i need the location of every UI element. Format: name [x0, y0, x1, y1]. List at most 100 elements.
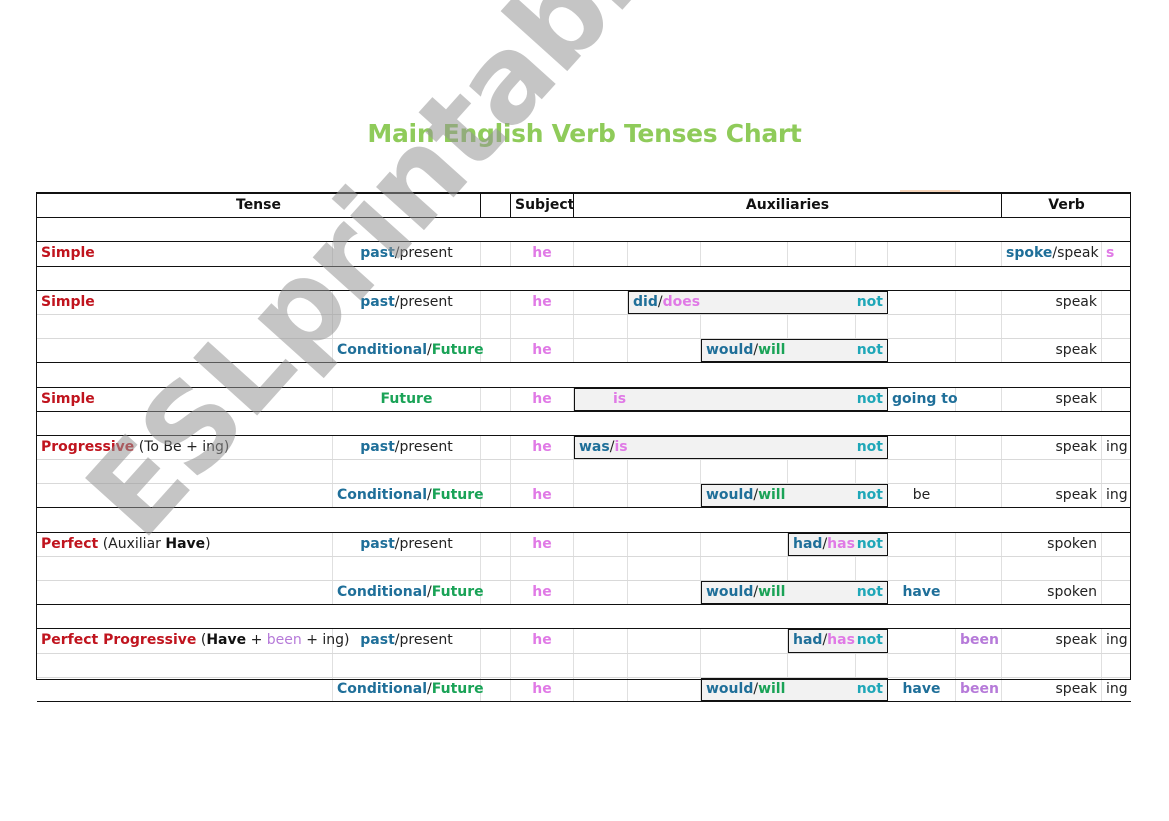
spacer-row — [37, 460, 1131, 485]
cell — [956, 532, 1002, 556]
aux-future: will — [758, 342, 786, 359]
going-to: going to — [888, 387, 958, 411]
cell — [628, 653, 701, 677]
blank-cell — [481, 290, 511, 314]
cell — [888, 435, 956, 460]
negation: not — [856, 584, 883, 600]
cell — [574, 653, 628, 677]
spacer-row — [37, 218, 1131, 243]
cell — [888, 556, 956, 580]
aux-conditional: would — [706, 487, 754, 504]
cell — [574, 314, 628, 339]
table-row: Conditional/Future he would/will not spea… — [37, 339, 1131, 364]
cell — [481, 460, 511, 484]
header-blank — [481, 194, 511, 218]
cell — [701, 460, 788, 484]
tense-name: Simple — [37, 242, 333, 266]
aux-conditional: would — [706, 584, 754, 600]
cell — [628, 242, 701, 266]
aux-past: had — [793, 535, 823, 552]
extra-aux: have — [888, 677, 956, 701]
cell — [481, 677, 511, 701]
verb-tenses-table: Tense Subject Auxiliaries Verb Simple pa… — [37, 193, 1131, 702]
cell — [701, 242, 788, 266]
spacer-row — [37, 412, 1131, 436]
verb-ending: ing — [1106, 487, 1128, 504]
cell — [1102, 339, 1131, 362]
subject: he — [511, 387, 574, 411]
tense-type: past/present — [333, 435, 481, 460]
cell — [481, 532, 511, 556]
cell — [511, 653, 574, 677]
cell — [481, 484, 511, 508]
cell — [1102, 388, 1131, 411]
cell — [37, 677, 333, 701]
cell — [956, 581, 1002, 605]
past-label: past — [360, 438, 395, 455]
cell — [333, 556, 481, 580]
subject: he — [511, 629, 574, 653]
cell — [481, 629, 511, 653]
cell — [888, 653, 956, 677]
tense-note-have: Have — [206, 632, 247, 649]
aux-present: does — [662, 293, 701, 310]
aux-conditional: would — [706, 342, 754, 359]
verb-present: speak — [1057, 245, 1099, 262]
cell — [888, 532, 956, 556]
subject: he — [511, 290, 574, 314]
tense-type: Conditional/Future — [333, 677, 484, 701]
cell — [628, 629, 701, 653]
tense-type: Conditional/Future — [333, 484, 484, 508]
cell — [481, 314, 511, 339]
cell — [37, 581, 333, 605]
cell — [481, 653, 511, 677]
negation: not — [856, 680, 883, 697]
cell — [37, 484, 333, 508]
cell — [574, 339, 628, 363]
cell — [628, 460, 701, 484]
cell — [888, 242, 956, 266]
aux-conditional: would — [706, 680, 754, 697]
cell — [856, 314, 888, 339]
negation: not — [856, 438, 883, 455]
cell — [888, 290, 956, 314]
cell — [956, 460, 1002, 484]
present-label: present — [399, 535, 453, 552]
negation: not — [856, 293, 883, 310]
cell — [956, 314, 1002, 339]
decorative-mark — [900, 190, 960, 192]
future-label: Future — [431, 680, 484, 697]
verb-ending: ing — [1106, 680, 1128, 697]
cell — [788, 556, 856, 580]
cell — [956, 435, 1002, 460]
cell — [701, 556, 788, 580]
auxiliary-box: had/has not — [788, 629, 888, 653]
header-subject: Subject — [511, 194, 574, 218]
subject: he — [511, 435, 574, 460]
tense-name: Progressive (To Be + ing) — [37, 435, 333, 460]
cell — [956, 290, 1002, 314]
present-label: present — [399, 438, 453, 455]
cell — [888, 339, 956, 363]
cell — [511, 556, 574, 580]
cell — [701, 653, 788, 677]
cell — [856, 653, 888, 677]
cell — [1102, 291, 1131, 314]
tense-label: Perfect Progressive — [41, 632, 197, 649]
auxiliary-box: would/will not — [701, 677, 888, 701]
auxiliary-box: did/does not — [628, 290, 888, 314]
negation: not — [856, 632, 883, 649]
aux-present: has — [827, 632, 855, 649]
negation: not — [856, 342, 883, 359]
table-row: Perfect (Auxiliar Have) past/present he … — [37, 532, 1131, 557]
cell — [574, 629, 628, 653]
cell — [628, 484, 701, 508]
spacer-row — [37, 653, 1131, 678]
verb-past: spoke — [1006, 245, 1053, 262]
cell — [788, 653, 856, 677]
been-aux: been — [956, 677, 1002, 701]
cell — [481, 387, 511, 411]
table-row: Simple past/present he did/does not speak — [37, 290, 1131, 315]
tense-note: (Auxiliar — [102, 535, 166, 552]
spacer-row — [37, 314, 1131, 340]
